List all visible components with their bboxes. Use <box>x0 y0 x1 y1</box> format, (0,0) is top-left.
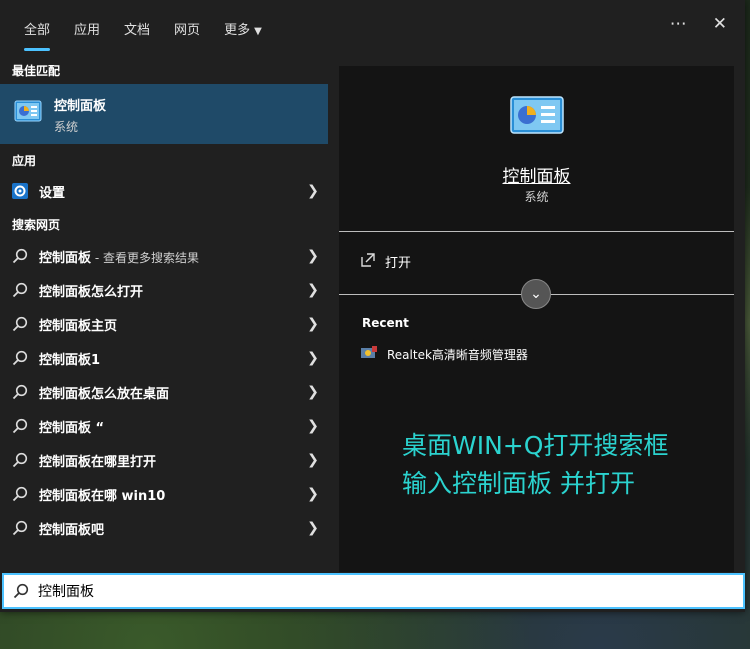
chevron-down-icon: ⌄ <box>530 286 542 302</box>
preview-subtitle: 系统 <box>524 190 549 204</box>
web-item-label: 控制面板 <box>39 250 92 266</box>
web-item-label: 控制面板怎么打开 <box>39 284 144 300</box>
apps-heading: 应用 <box>12 154 37 168</box>
divider <box>339 231 734 232</box>
expand-button[interactable]: ⌄ <box>521 279 551 309</box>
web-item[interactable]: 控制面板在哪里打开 ❯ <box>0 443 328 477</box>
chevron-right-icon[interactable]: ❯ <box>298 316 328 332</box>
best-match-item[interactable]: 控制面板 系统 <box>0 84 328 144</box>
search-icon <box>0 520 39 536</box>
search-icon <box>0 316 39 332</box>
search-icon <box>0 350 39 366</box>
best-match-title: 控制面板 <box>54 99 107 114</box>
best-match-heading: 最佳匹配 <box>12 64 61 78</box>
web-item-label: 控制面板1 <box>39 352 101 368</box>
web-item[interactable]: 控制面板 “ ❯ <box>0 409 328 443</box>
search-icon <box>0 452 39 468</box>
web-item-label: 控制面板 “ <box>39 420 105 436</box>
open-external-icon <box>361 252 375 271</box>
web-item-label: 控制面板在哪里打开 <box>39 454 157 470</box>
web-item[interactable]: 控制面板怎么打开 ❯ <box>0 273 328 307</box>
tab-all[interactable]: 全部 <box>12 0 62 54</box>
open-label: 打开 <box>385 256 412 271</box>
chevron-right-icon[interactable]: ❯ <box>298 282 328 298</box>
best-match-subtitle: 系统 <box>54 120 79 134</box>
search-icon <box>0 486 39 502</box>
web-item-label: 控制面板吧 <box>39 522 105 538</box>
overlay-caption-line2: 输入控制面板 并打开 <box>402 469 635 498</box>
preview-pane: 控制面板 系统 打开 ⌄ Recent Realtek高清晰音频管理器 桌面WI… <box>339 66 734 572</box>
control-panel-icon <box>14 100 42 126</box>
web-item[interactable]: 控制面板在哪 win10 ❯ <box>0 477 328 511</box>
tab-web[interactable]: 网页 <box>162 0 212 54</box>
tab-apps[interactable]: 应用 <box>62 0 112 54</box>
search-input[interactable] <box>38 583 638 599</box>
settings-gear-icon <box>0 183 39 199</box>
tab-more[interactable]: 更多 ▼ <box>212 0 274 54</box>
search-icon <box>0 418 39 434</box>
web-item-extra: - 查看更多搜索结果 <box>91 250 199 265</box>
chevron-right-icon[interactable]: ❯ <box>298 452 328 468</box>
chevron-right-icon[interactable]: ❯ <box>298 418 328 434</box>
web-item[interactable]: 控制面板 - 查看更多搜索结果 ❯ <box>0 239 328 273</box>
app-item-label: 设置 <box>39 185 66 201</box>
ellipsis-icon[interactable]: ⋯ <box>670 14 687 34</box>
search-icon <box>0 248 39 264</box>
web-item[interactable]: 控制面板吧 ❯ <box>0 511 328 545</box>
chevron-right-icon[interactable]: ❯ <box>298 520 328 536</box>
search-icon <box>4 583 38 599</box>
web-search-heading: 搜索网页 <box>12 218 61 232</box>
search-box[interactable] <box>2 573 745 609</box>
control-panel-large-icon <box>510 96 564 138</box>
tab-documents[interactable]: 文档 <box>112 0 162 54</box>
web-item[interactable]: 控制面板1 ❯ <box>0 341 328 375</box>
web-item-label: 控制面板怎么放在桌面 <box>39 386 170 402</box>
web-item-label: 控制面板在哪 win10 <box>39 488 166 504</box>
audio-manager-icon <box>361 346 377 363</box>
search-icon <box>0 282 39 298</box>
web-item-label: 控制面板主页 <box>39 318 118 334</box>
search-panel: 全部 应用 文档 网页 更多 ▼ ⋯ ✕ 最佳匹配 控制面板 系统 应用 设置 … <box>0 0 745 612</box>
recent-item-label: Realtek高清晰音频管理器 <box>387 348 528 362</box>
chevron-right-icon[interactable]: ❯ <box>298 248 328 264</box>
tab-bar: 全部 应用 文档 网页 更多 ▼ ⋯ ✕ <box>0 0 745 54</box>
close-icon[interactable]: ✕ <box>713 14 727 34</box>
overlay-caption-line1: 桌面WIN+Q打开搜索框 <box>402 431 669 460</box>
web-item[interactable]: 控制面板主页 ❯ <box>0 307 328 341</box>
caret-down-icon: ▼ <box>254 26 262 37</box>
app-item-settings[interactable]: 设置 ❯ <box>0 174 328 208</box>
chevron-right-icon[interactable]: ❯ <box>298 183 328 199</box>
preview-title[interactable]: 控制面板 <box>339 162 734 187</box>
chevron-right-icon[interactable]: ❯ <box>298 350 328 366</box>
chevron-right-icon[interactable]: ❯ <box>298 384 328 400</box>
results-list: 最佳匹配 控制面板 系统 应用 设置 ❯ 搜索网页 控制面板 - 查看更多搜索结… <box>0 54 328 572</box>
chevron-right-icon[interactable]: ❯ <box>298 486 328 502</box>
search-icon <box>0 384 39 400</box>
recent-item[interactable]: Realtek高清晰音频管理器 <box>361 346 528 363</box>
open-action[interactable]: 打开 <box>361 252 411 271</box>
web-item[interactable]: 控制面板怎么放在桌面 ❯ <box>0 375 328 409</box>
recent-heading: Recent <box>362 316 409 330</box>
